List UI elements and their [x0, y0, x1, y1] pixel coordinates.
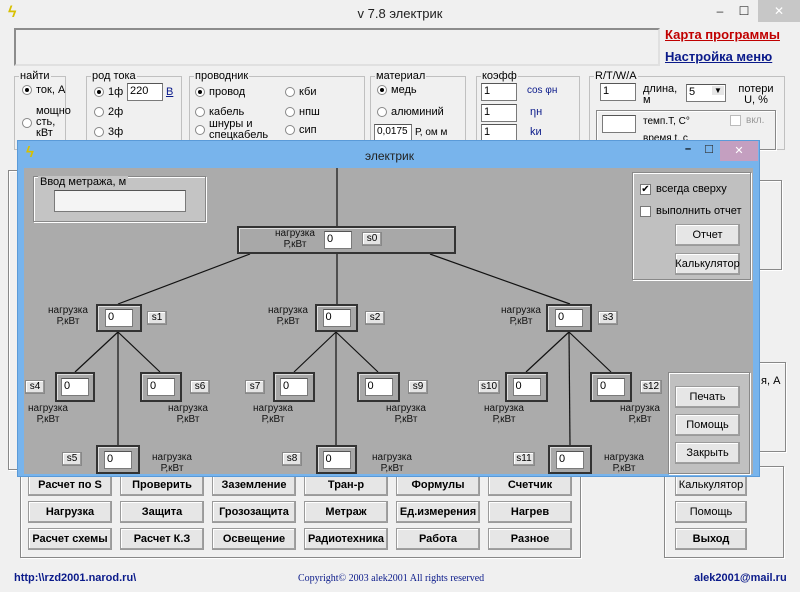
tree-connector-line — [293, 331, 337, 373]
tree-connector-line — [525, 331, 570, 373]
load-label: нагрузка Р,кВт — [493, 305, 549, 327]
load-label: нагрузка Р,кВт — [596, 452, 652, 474]
load-input[interactable]: 0 — [322, 309, 351, 327]
load-unit-text: Р,кВт — [56, 316, 80, 327]
load-label-text: нагрузка — [501, 305, 541, 316]
load-node-s7: 0 — [273, 372, 315, 402]
calculator-button[interactable]: Калькулятор — [675, 253, 740, 275]
tree-lines — [74, 168, 612, 446]
load-label-text: нагрузка — [152, 452, 192, 463]
load-input[interactable]: 0 — [512, 378, 541, 396]
load-label-text: нагрузка — [484, 403, 524, 414]
load-unit-text: Р,кВт — [261, 414, 285, 425]
switch-s5-button[interactable]: s5 — [62, 452, 82, 466]
load-label: нагрузка Р,кВт — [160, 403, 216, 425]
load-label: нагрузка Р,кВт — [245, 403, 301, 425]
load-input[interactable]: 0 — [104, 450, 132, 469]
load-node-s11: 0 — [548, 445, 592, 474]
tree-connector-line — [74, 331, 119, 373]
meter-input[interactable] — [54, 190, 186, 212]
load-label: нагрузка Р,кВт — [364, 452, 420, 474]
load-label: нагрузка Р,кВт — [260, 305, 316, 327]
load-label: нагрузка Р,кВт — [378, 403, 434, 425]
load-input[interactable]: 0 — [61, 378, 89, 396]
load-unit-text: Р,кВт — [492, 414, 516, 425]
tree-connector-line — [117, 331, 161, 373]
switch-s0-button[interactable]: s0 — [362, 232, 382, 246]
load-node-s10: 0 — [505, 372, 548, 402]
load-input[interactable]: 0 — [324, 231, 352, 249]
switch-s11-button[interactable]: s11 — [513, 452, 535, 466]
load-unit-text: Р,кВт — [394, 414, 418, 425]
load-unit-text: Р,кВт — [612, 463, 636, 474]
load-node-s9: 0 — [357, 372, 400, 402]
load-input[interactable]: 0 — [555, 309, 583, 327]
load-label-text: нагрузка — [253, 403, 293, 414]
load-input[interactable]: 0 — [280, 378, 308, 396]
load-label-text: нагрузка — [48, 305, 88, 316]
load-unit-text: Р,кВт — [36, 414, 60, 425]
load-label: нагрузка Р,кВт — [476, 403, 532, 425]
print-button[interactable]: Печать — [675, 386, 740, 408]
load-node-s4: 0 — [55, 372, 95, 402]
load-unit-text: Р,кВт — [176, 414, 200, 425]
switch-s6-button[interactable]: s6 — [190, 380, 210, 394]
load-label-text: нагрузка — [372, 452, 412, 463]
switch-s3-button[interactable]: s3 — [598, 311, 618, 325]
close-dialog-button[interactable]: Закрыть — [675, 442, 740, 464]
load-label-text: нагрузка — [620, 403, 660, 414]
always-on-top-checkbox[interactable]: ✔ всегда сверху — [640, 183, 727, 195]
load-label-text: нагрузка — [168, 403, 208, 414]
load-unit-text: Р,кВт — [380, 463, 404, 474]
load-label: нагрузка Р,кВт — [20, 403, 76, 425]
load-node-s5: 0 — [96, 445, 140, 474]
load-node-s6: 0 — [140, 372, 182, 402]
load-node-s1: 0 — [96, 304, 142, 332]
load-label: нагрузка Р,кВт — [144, 452, 200, 474]
load-label: нагрузка Р,кВт — [612, 403, 668, 425]
switch-s7-button[interactable]: s7 — [245, 380, 265, 394]
load-label: нагрузка Р,кВт — [267, 228, 323, 250]
load-unit-text: Р,кВт — [628, 414, 652, 425]
load-input[interactable]: 0 — [322, 450, 351, 469]
switch-s9-button[interactable]: s9 — [408, 380, 428, 394]
switch-s2-button[interactable]: s2 — [365, 311, 385, 325]
load-unit-text: Р,кВт — [509, 316, 533, 327]
switch-s8-button[interactable]: s8 — [282, 452, 302, 466]
load-unit-text: Р,кВт — [160, 463, 184, 474]
load-node-s12: 0 — [590, 372, 632, 402]
meter-legend: Ввод метража, м — [38, 176, 129, 188]
load-label-text: нагрузка — [28, 403, 68, 414]
load-node-s3: 0 — [546, 304, 592, 332]
load-label-text: нагрузка — [268, 305, 308, 316]
tree-connector-line — [568, 331, 612, 373]
load-label-text: нагрузка — [604, 452, 644, 463]
load-input[interactable]: 0 — [105, 309, 133, 327]
load-unit-text: Р,кВт — [283, 239, 307, 250]
load-node-s8: 0 — [316, 445, 357, 474]
help-button[interactable]: Помощь — [675, 414, 740, 436]
switch-s12-button[interactable]: s12 — [640, 380, 662, 394]
load-label: нагрузка Р,кВт — [40, 305, 96, 327]
tree-connector-line — [117, 253, 251, 305]
tree-connector-line — [335, 331, 379, 373]
load-input[interactable]: 0 — [147, 378, 175, 396]
tree-connector-line — [568, 331, 571, 446]
load-label-text: нагрузка — [275, 228, 315, 239]
switch-s10-button[interactable]: s10 — [478, 380, 500, 394]
do-report-checkbox[interactable]: выполнить отчет — [640, 205, 741, 217]
switch-s1-button[interactable]: s1 — [147, 311, 167, 325]
load-input[interactable]: 0 — [597, 378, 625, 396]
load-label-text: нагрузка — [386, 403, 426, 414]
load-node-s2: 0 — [315, 304, 358, 332]
load-input[interactable]: 0 — [556, 450, 584, 469]
load-input[interactable]: 0 — [364, 378, 393, 396]
report-button[interactable]: Отчет — [675, 224, 740, 246]
switch-s4-button[interactable]: s4 — [25, 380, 45, 394]
load-unit-text: Р,кВт — [276, 316, 300, 327]
tree-connector-line — [429, 253, 571, 305]
